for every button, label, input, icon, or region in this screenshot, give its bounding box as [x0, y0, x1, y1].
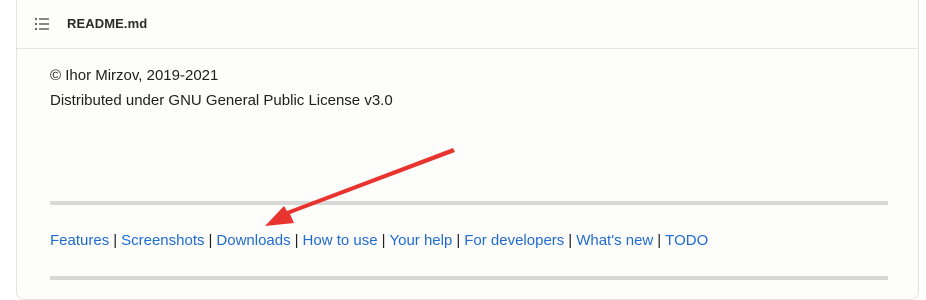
readme-panel: README.md © Ihor Mirzov, 2019-2021 Distr…	[16, 0, 919, 300]
list-icon[interactable]	[34, 17, 50, 31]
copyright-text: © Ihor Mirzov, 2019-2021	[50, 67, 219, 84]
readme-header: README.md	[17, 0, 918, 49]
link-separator: |	[456, 232, 461, 249]
horizontal-rule	[50, 276, 888, 280]
nav-links: Features | Screenshots | Downloads | How to us…	[50, 232, 708, 249]
license-text: Distributed under GNU General Public Lic…	[50, 92, 393, 109]
link-separator: |	[294, 232, 299, 249]
horizontal-rule	[50, 201, 888, 205]
link-separator: |	[568, 232, 573, 249]
link-separator: |	[113, 232, 118, 249]
link-features[interactable]: Features	[50, 232, 109, 249]
link-separator: |	[657, 232, 662, 249]
link-your-help[interactable]: Your help	[389, 232, 452, 249]
link-whats-new[interactable]: What's new	[576, 232, 653, 249]
readme-title: README.md	[67, 16, 148, 31]
link-todo[interactable]: TODO	[665, 232, 708, 249]
link-how-to-use[interactable]: How to use	[303, 232, 378, 249]
link-for-developers[interactable]: For developers	[464, 232, 564, 249]
link-screenshots[interactable]: Screenshots	[121, 232, 204, 249]
link-separator: |	[381, 232, 386, 249]
link-downloads[interactable]: Downloads	[216, 232, 290, 249]
link-separator: |	[208, 232, 213, 249]
